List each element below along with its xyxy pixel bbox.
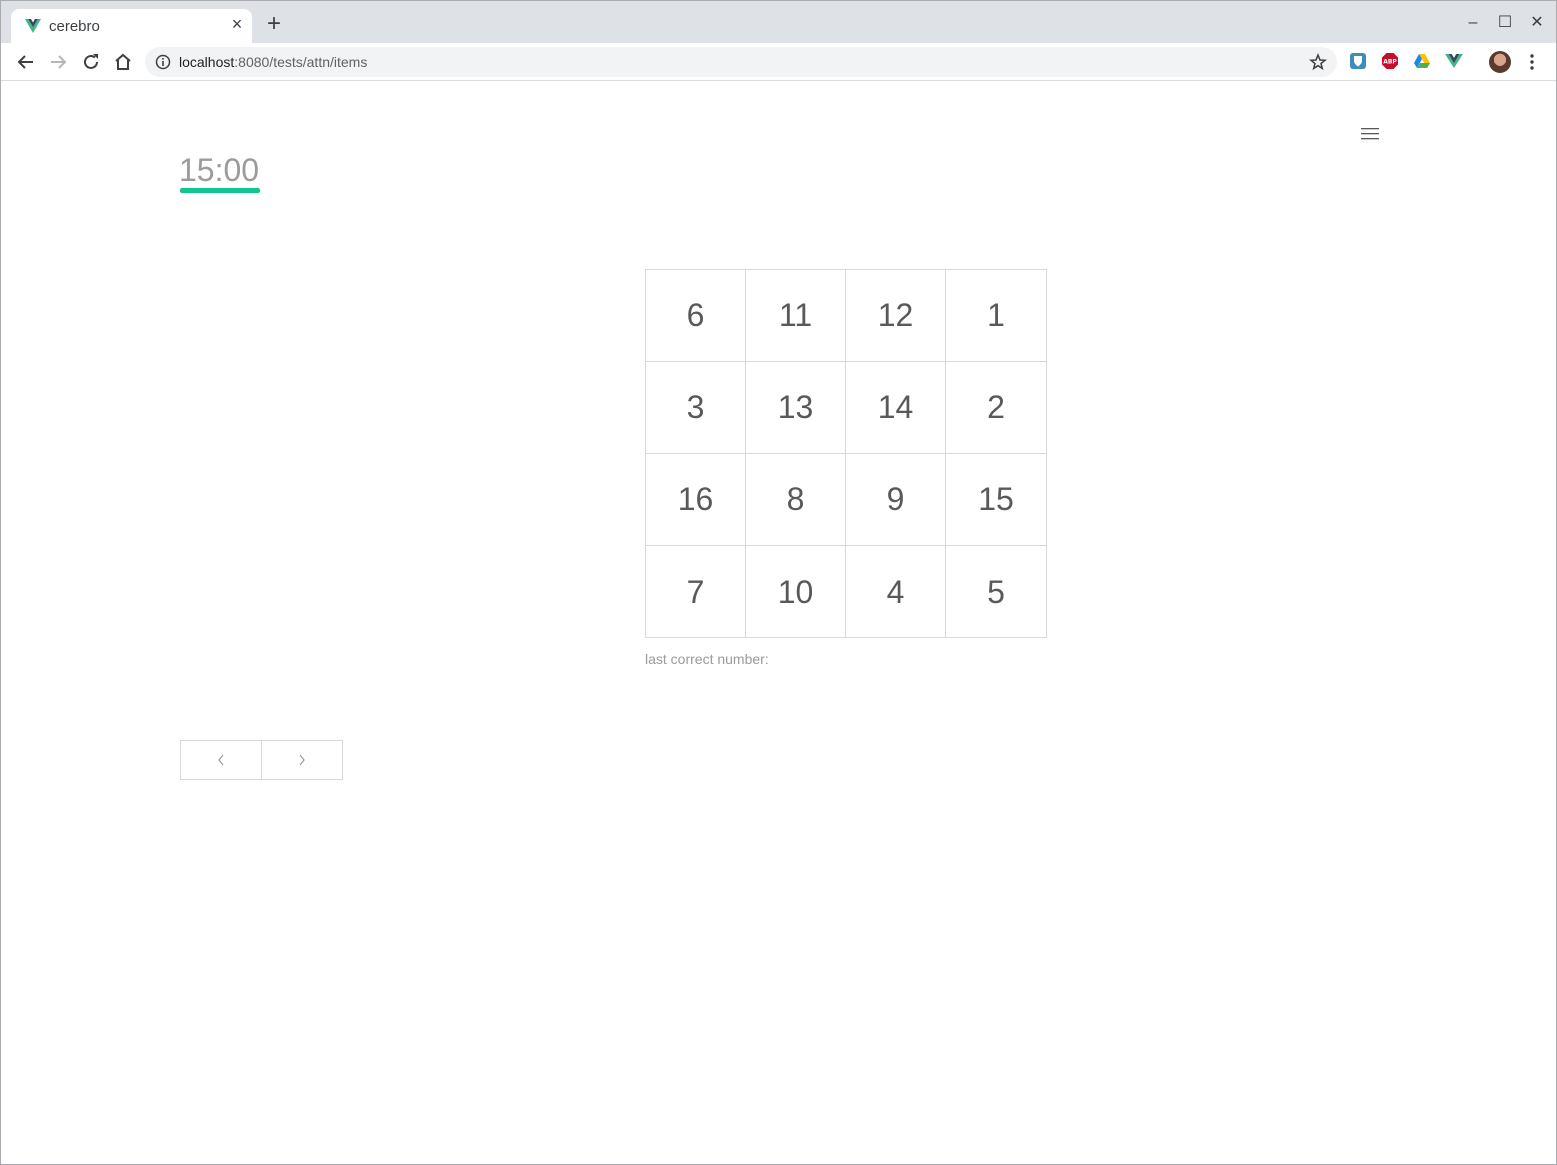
grid-cell[interactable]: 3 xyxy=(646,362,746,454)
browser-window: cerebro × + – ☐ ✕ localhost:8080/tests/a… xyxy=(0,0,1557,1165)
grid-cell[interactable]: 14 xyxy=(846,362,946,454)
chevron-left-icon xyxy=(217,754,224,766)
vue-devtools-extension-icon[interactable] xyxy=(1445,52,1463,70)
grid-cell[interactable]: 12 xyxy=(846,270,946,362)
close-window-button[interactable]: ✕ xyxy=(1527,13,1547,33)
reload-icon[interactable] xyxy=(80,51,102,73)
grid-cell[interactable]: 11 xyxy=(746,270,846,362)
new-tab-button[interactable]: + xyxy=(263,12,285,36)
browser-toolbar: localhost:8080/tests/attn/items ABP xyxy=(1,43,1556,81)
grid-cell[interactable]: 5 xyxy=(946,546,1046,638)
last-correct-number-label: last correct number: xyxy=(645,651,769,667)
bookmark-star-icon[interactable] xyxy=(1309,53,1327,71)
url-host: localhost xyxy=(179,54,235,70)
next-button[interactable] xyxy=(262,741,343,779)
prev-button[interactable] xyxy=(181,741,262,779)
page-content: 15:00 6 11 12 1 3 13 14 2 16 8 9 15 7 10… xyxy=(2,82,1556,1164)
grid-cell[interactable]: 9 xyxy=(846,454,946,546)
grid-cell[interactable]: 13 xyxy=(746,362,846,454)
tab-title: cerebro xyxy=(49,18,100,35)
grid-cell[interactable]: 10 xyxy=(746,546,846,638)
url-text[interactable]: localhost:8080/tests/attn/items xyxy=(179,54,367,70)
browser-tab[interactable]: cerebro × xyxy=(11,9,252,43)
timer: 15:00 xyxy=(179,152,260,188)
chevron-right-icon xyxy=(299,754,305,766)
grid-cell[interactable]: 7 xyxy=(646,546,746,638)
svg-text:ABP: ABP xyxy=(1383,59,1397,66)
grid-cell[interactable]: 8 xyxy=(746,454,846,546)
tab-strip: cerebro × + – ☐ ✕ xyxy=(1,1,1556,43)
grid-cell[interactable]: 16 xyxy=(646,454,746,546)
forward-arrow-icon[interactable] xyxy=(47,51,69,73)
google-drive-extension-icon[interactable] xyxy=(1413,52,1431,70)
number-grid: 6 11 12 1 3 13 14 2 16 8 9 15 7 10 4 5 xyxy=(645,269,1047,638)
pager xyxy=(180,740,343,780)
adblock-plus-extension-icon[interactable]: ABP xyxy=(1381,52,1399,70)
minimize-button[interactable]: – xyxy=(1463,13,1483,33)
url-path: :8080/tests/attn/items xyxy=(234,54,368,70)
bitwarden-extension-icon[interactable] xyxy=(1349,52,1367,70)
grid-cell[interactable]: 4 xyxy=(846,546,946,638)
home-icon[interactable] xyxy=(112,51,134,73)
hamburger-menu-icon[interactable] xyxy=(1361,127,1379,141)
grid-cell[interactable]: 15 xyxy=(946,454,1046,546)
grid-cell[interactable]: 2 xyxy=(946,362,1046,454)
back-arrow-icon[interactable] xyxy=(15,51,37,73)
tab-close-icon[interactable]: × xyxy=(229,15,245,33)
maximize-button[interactable]: ☐ xyxy=(1495,13,1515,33)
timer-progress-bar xyxy=(180,188,260,193)
profile-avatar[interactable] xyxy=(1489,51,1511,73)
browser-menu-icon[interactable] xyxy=(1523,51,1541,73)
vue-logo-icon xyxy=(25,19,41,33)
info-icon[interactable] xyxy=(155,54,171,70)
address-bar[interactable]: localhost:8080/tests/attn/items xyxy=(145,47,1337,77)
grid-cell[interactable]: 6 xyxy=(646,270,746,362)
grid-cell[interactable]: 1 xyxy=(946,270,1046,362)
